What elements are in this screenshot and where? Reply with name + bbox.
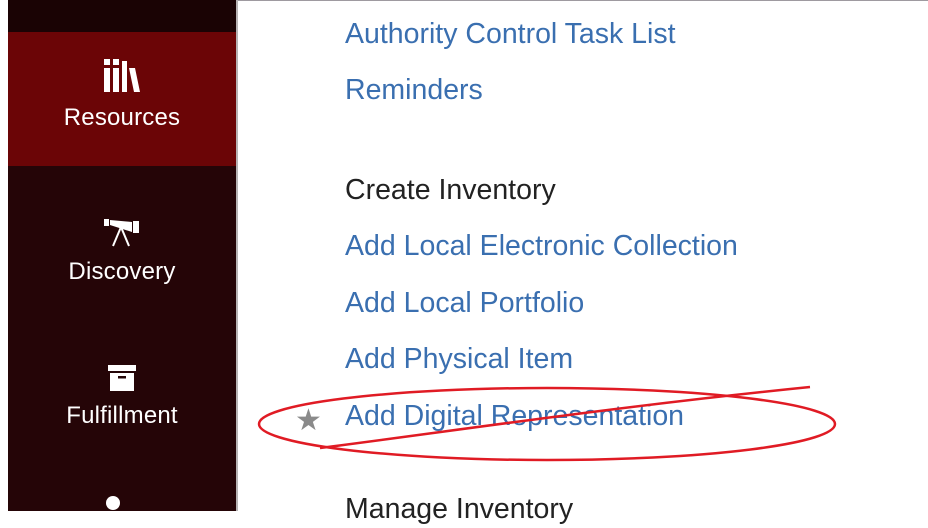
sidebar-item-label: Discovery <box>68 258 176 285</box>
menu-link-authority-control-task-list[interactable]: Authority Control Task List <box>345 15 676 53</box>
sidebar-item-label: Resources <box>63 104 181 131</box>
sidebar-divider <box>236 0 238 511</box>
menu-link-reminders[interactable]: Reminders <box>345 71 483 109</box>
sidebar-item-label: Fulfillment <box>66 402 178 429</box>
menu-link-add-local-portfolio[interactable]: Add Local Portfolio <box>345 284 584 322</box>
sidebar-next-item-icon <box>106 496 120 510</box>
sidebar-item-resources[interactable]: Resources <box>8 32 236 166</box>
menu-link-add-physical-item[interactable]: Add Physical Item <box>345 340 573 378</box>
top-border <box>238 0 928 1</box>
menu-heading-create-inventory: Create Inventory <box>345 174 556 206</box>
sidebar-item-discovery[interactable]: Discovery <box>8 166 236 300</box>
main-sidebar: Resources Discovery Fulfillment <box>8 0 236 511</box>
menu-link-add-digital-representation[interactable]: Add Digital Representation <box>345 397 684 435</box>
sidebar-top-strip <box>8 0 236 32</box>
star-icon[interactable]: ★ <box>295 402 322 440</box>
window-frame <box>0 0 8 511</box>
menu-heading-manage-inventory: Manage Inventory <box>345 493 574 525</box>
sidebar-item-fulfillment[interactable]: Fulfillment <box>8 300 236 434</box>
telescope-icon <box>102 216 142 248</box>
books-icon <box>102 54 142 94</box>
archive-box-icon <box>107 356 137 392</box>
menu-link-add-local-electronic-collection[interactable]: Add Local Electronic Collection <box>345 227 738 265</box>
